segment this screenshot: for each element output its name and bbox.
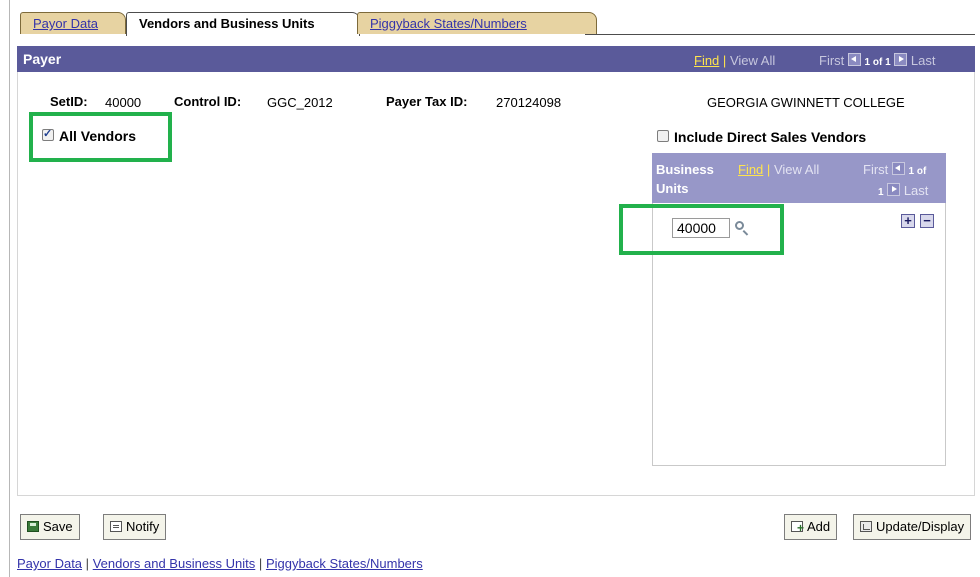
payer-nav-find: Find | View All [694, 53, 775, 68]
tab-label: Vendors and Business Units [139, 16, 315, 31]
save-icon [27, 521, 39, 532]
row-count: 1 of 1 [864, 57, 891, 68]
view-all-link[interactable]: View All [730, 53, 775, 68]
footer-links: Payor Data | Vendors and Business Units … [17, 556, 423, 571]
last-link[interactable]: Last [904, 183, 929, 198]
next-arrow-icon[interactable] [894, 53, 908, 66]
tab-label: Piggyback States/Numbers [370, 16, 527, 31]
control-id-label: Control ID: [174, 94, 242, 109]
first-link[interactable]: First [863, 162, 888, 177]
business-unit-input[interactable] [672, 218, 730, 238]
all-vendors-label: All Vendors [59, 128, 137, 144]
business-units-nav-paging-2: 1 Last [878, 183, 928, 198]
find-link[interactable]: Find [694, 53, 719, 68]
lookup-magnifier-icon[interactable] [735, 221, 744, 230]
add-row-icon[interactable]: + [901, 214, 915, 228]
row-count-total: 1 [878, 187, 884, 198]
include-direct-sales-checkbox[interactable] [657, 130, 669, 142]
update-display-button[interactable]: Update/Display [853, 514, 972, 540]
add-icon [791, 516, 804, 540]
tab-payor-data[interactable]: Payor Data [20, 12, 126, 34]
include-direct-sales-label: Include Direct Sales Vendors [674, 129, 867, 145]
find-link[interactable]: Find [738, 162, 763, 177]
nav-separator: | [766, 162, 771, 177]
business-units-header: Business Units Find | View All First 1 o… [652, 153, 946, 203]
footer-separator: | [85, 556, 90, 571]
tab-label: Payor Data [33, 16, 99, 31]
notify-icon [110, 521, 122, 532]
previous-arrow-icon[interactable] [847, 53, 861, 66]
last-link[interactable]: Last [911, 53, 936, 68]
payer-tax-id-value: 270124098 [496, 95, 562, 110]
setid-label: SetID: [50, 94, 88, 109]
previous-arrow-icon[interactable] [891, 162, 905, 175]
payer-header: Payer Find | View All First 1 of 1 Last [17, 46, 975, 72]
control-id-value: GGC_2012 [267, 95, 333, 110]
notify-label: Notify [126, 519, 160, 534]
notify-button[interactable]: Notify [103, 514, 167, 540]
payer-tax-id-label: Payer Tax ID: [386, 94, 468, 109]
nav-separator: | [722, 53, 727, 68]
row-count: 1 of [908, 166, 927, 177]
business-units-nav-paging: First 1 of [863, 162, 926, 177]
left-border-line [9, 0, 10, 577]
footer-link-vendors[interactable]: Vendors and Business Units [93, 556, 256, 571]
tabs-baseline [585, 34, 975, 35]
tab-piggyback-states[interactable]: Piggyback States/Numbers [357, 12, 597, 34]
footer-separator: | [258, 556, 263, 571]
next-arrow-icon[interactable] [887, 183, 901, 196]
add-button[interactable]: Add [784, 514, 838, 540]
save-button[interactable]: Save [20, 514, 80, 540]
update-display-icon [860, 521, 872, 532]
payer-nav-paging: First 1 of 1 Last [819, 53, 935, 68]
footer-link-piggyback[interactable]: Piggyback States/Numbers [266, 556, 423, 571]
all-vendors-checkbox[interactable] [42, 127, 54, 141]
business-units-nav-find: Find | View All [738, 162, 819, 177]
business-units-title: Business [656, 162, 714, 177]
setid-value: 40000 [105, 95, 142, 110]
delete-row-icon[interactable]: − [920, 214, 934, 228]
payer-title: Payer [23, 51, 62, 67]
save-label: Save [43, 519, 73, 534]
business-units-title-line2: Units [656, 181, 689, 196]
college-name: GEORGIA GWINNETT COLLEGE [707, 95, 905, 110]
footer-link-payor-data[interactable]: Payor Data [17, 556, 82, 571]
view-all-link[interactable]: View All [774, 162, 819, 177]
first-link[interactable]: First [819, 53, 844, 68]
add-label: Add [807, 519, 831, 534]
update-display-label: Update/Display [876, 519, 965, 534]
tab-vendors-business-units[interactable]: Vendors and Business Units [126, 12, 360, 36]
